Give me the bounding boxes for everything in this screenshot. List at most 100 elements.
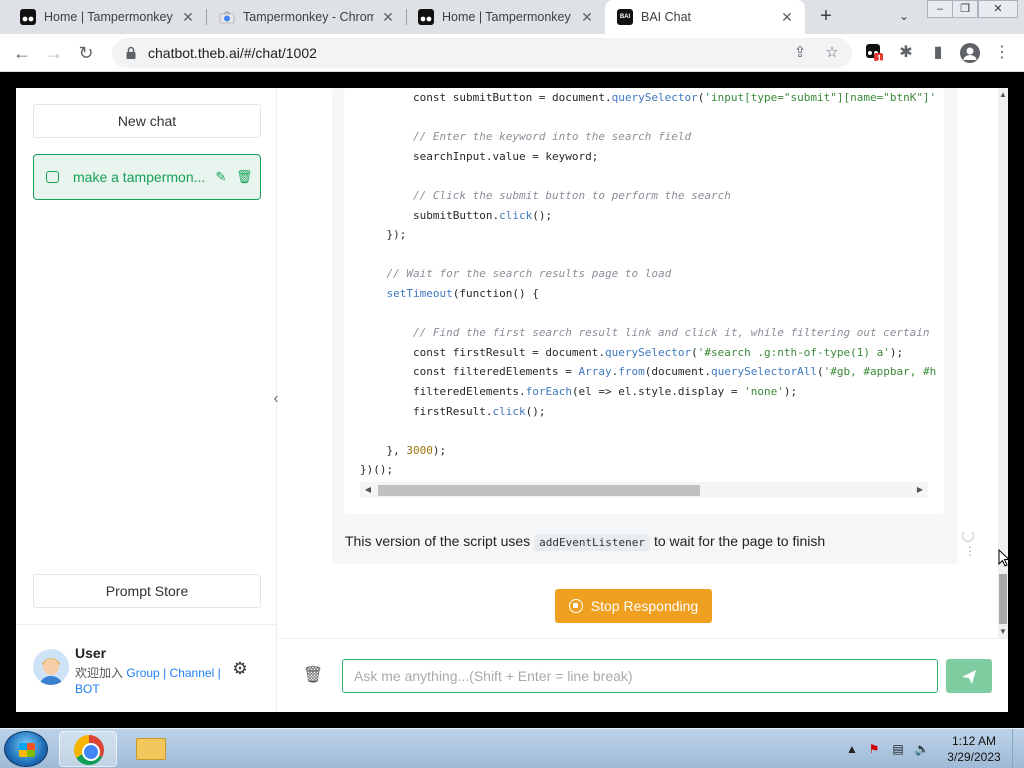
chevron-down-icon[interactable]: ⌄ bbox=[894, 6, 914, 26]
clock-date: 3/29/2023 bbox=[947, 750, 1001, 764]
extension-badge: 1 bbox=[877, 54, 882, 63]
tampermonkey-icon bbox=[418, 9, 434, 25]
taskbar-explorer[interactable] bbox=[122, 731, 180, 767]
link-separator: | bbox=[163, 666, 167, 680]
screen: Home | Tampermonkey ✕ Tampermonkey - Chr… bbox=[0, 0, 1024, 768]
bot-message: const submitButton = document.querySelec… bbox=[332, 88, 958, 564]
share-icon[interactable]: ⇪ bbox=[790, 43, 810, 63]
profile-icon[interactable] bbox=[960, 43, 980, 63]
stop-responding-label: Stop Responding bbox=[590, 598, 699, 614]
code-line: })(); bbox=[360, 463, 394, 477]
chat-app: New chat make a tampermon... ✎ 🗑 Prompt … bbox=[16, 88, 1008, 712]
edit-pencil-icon[interactable]: ✎ bbox=[214, 169, 228, 185]
chat-bubble-icon bbox=[46, 171, 59, 183]
scrollbar-thumb[interactable] bbox=[378, 485, 700, 496]
tab-title: BAI Chat bbox=[641, 10, 692, 24]
clock[interactable]: 1:12 AM 3/29/2023 bbox=[940, 733, 1008, 765]
code-horizontal-scrollbar[interactable]: ◀ ▶ bbox=[360, 482, 928, 498]
loading-spinner-icon bbox=[962, 530, 974, 542]
delete-trash-icon[interactable]: 🗑 bbox=[236, 169, 253, 185]
chat-history-item[interactable]: make a tampermon... ✎ 🗑 bbox=[33, 154, 261, 200]
clear-chat-trash-icon[interactable]: 🗑 bbox=[302, 665, 324, 687]
bookmark-star-icon[interactable]: ☆ bbox=[822, 43, 842, 63]
folder-icon bbox=[136, 738, 166, 760]
scroll-left-icon[interactable]: ◀ bbox=[360, 482, 376, 498]
message-text: This version of the script uses addEvent… bbox=[345, 533, 826, 551]
windows-logo-icon bbox=[19, 743, 35, 757]
taskbar-chrome[interactable] bbox=[59, 731, 117, 767]
code-line: // Find the first search result link and… bbox=[412, 326, 930, 340]
close-icon[interactable]: ✕ bbox=[779, 9, 795, 25]
forward-icon[interactable]: → bbox=[42, 41, 66, 65]
show-desktop-button[interactable] bbox=[1012, 729, 1024, 768]
browser-toolbar: ← → ↻ chatbot.theb.ai/#/chat/1002 ⇪ ☆ 1 … bbox=[0, 34, 1024, 72]
scroll-up-icon[interactable]: ▲ bbox=[998, 90, 1008, 99]
code-line: // Wait for the search results page to l… bbox=[386, 267, 672, 281]
back-icon[interactable]: ← bbox=[10, 41, 34, 65]
message-text-part: to wait for the page to finish bbox=[653, 533, 826, 549]
new-chat-button[interactable]: New chat bbox=[33, 104, 261, 138]
tab-title: Home | Tampermonkey bbox=[44, 10, 173, 24]
code-line: // Click the submit button to perform th… bbox=[412, 188, 731, 202]
tab-title: Tampermonkey - Chrome bbox=[243, 10, 374, 24]
tab-title: Home | Tampermonkey bbox=[442, 10, 571, 24]
send-button[interactable] bbox=[946, 659, 992, 693]
prompt-store-button[interactable]: Prompt Store bbox=[33, 574, 261, 608]
new-tab-icon[interactable]: + bbox=[814, 5, 838, 29]
sidebar: New chat make a tampermon... ✎ 🗑 Prompt … bbox=[16, 88, 277, 712]
bot-link[interactable]: BOT bbox=[75, 682, 100, 696]
more-options-icon[interactable]: ⋮ bbox=[964, 545, 976, 557]
code-line: const submitButton = document.querySelec… bbox=[360, 91, 937, 104]
action-center-icon[interactable]: ⚑ bbox=[866, 741, 882, 757]
chrome-icon bbox=[74, 735, 104, 765]
close-icon[interactable]: ✕ bbox=[380, 9, 396, 25]
avatar bbox=[33, 649, 69, 685]
browser-tab-active[interactable]: BAI BAI Chat ✕ bbox=[605, 0, 805, 34]
chat-history-title: make a tampermon... bbox=[73, 169, 206, 185]
group-link[interactable]: Group bbox=[126, 666, 159, 680]
join-text: 欢迎加入 bbox=[75, 666, 124, 680]
gear-icon[interactable]: ⚙ bbox=[230, 659, 250, 679]
clock-time: 1:12 AM bbox=[951, 734, 997, 748]
input-area: 🗑 bbox=[278, 638, 1008, 712]
scrollbar-thumb[interactable] bbox=[999, 574, 1007, 624]
code-line: // Enter the keyword into the search fie… bbox=[412, 130, 692, 144]
start-button[interactable] bbox=[4, 731, 48, 767]
code-line: submitButton.click(); bbox=[360, 208, 553, 222]
menu-kebab-icon[interactable]: ⋮ bbox=[992, 43, 1012, 63]
chat-input[interactable] bbox=[342, 659, 938, 693]
close-icon[interactable]: ✕ bbox=[579, 9, 595, 25]
code-line: }); bbox=[360, 228, 407, 242]
user-links: 欢迎加入 Group | Channel | BOT bbox=[75, 665, 225, 697]
close-icon[interactable]: ✕ bbox=[180, 9, 196, 25]
code-line: const filteredElements = Array.from(docu… bbox=[360, 365, 937, 379]
tampermonkey-extension-icon[interactable]: 1 bbox=[864, 43, 884, 63]
minimize-icon[interactable]: – bbox=[927, 0, 953, 18]
browser-tabstrip: Home | Tampermonkey ✕ Tampermonkey - Chr… bbox=[0, 0, 1024, 34]
send-paper-plane-icon bbox=[962, 670, 976, 685]
close-window-icon[interactable]: ✕ bbox=[978, 0, 1018, 18]
mouse-cursor-icon bbox=[998, 549, 1010, 567]
reload-icon[interactable]: ↻ bbox=[74, 41, 98, 65]
code-block: const submitButton = document.querySelec… bbox=[344, 88, 944, 514]
tray-expand-icon[interactable]: ▲ bbox=[844, 741, 860, 757]
scroll-down-icon[interactable]: ▼ bbox=[998, 627, 1008, 636]
restore-icon[interactable]: ❐ bbox=[952, 0, 978, 18]
scroll-right-icon[interactable]: ▶ bbox=[912, 482, 928, 498]
code-content: const submitButton = document.querySelec… bbox=[360, 88, 936, 480]
extensions-puzzle-icon[interactable]: ✱ bbox=[896, 43, 916, 63]
code-line: }, 3000); bbox=[360, 443, 447, 457]
network-icon[interactable]: ▤ bbox=[890, 741, 906, 757]
channel-link[interactable]: Channel bbox=[170, 666, 215, 680]
code-line: filteredElements.forEach(el => el.style.… bbox=[360, 384, 798, 398]
tampermonkey-icon bbox=[20, 9, 36, 25]
address-bar[interactable]: chatbot.theb.ai/#/chat/1002 ⇪ ☆ bbox=[112, 38, 852, 68]
volume-icon[interactable]: 🔈 bbox=[914, 741, 930, 757]
browser-tab[interactable]: Tampermonkey - Chrome ✕ bbox=[199, 0, 406, 34]
browser-tab[interactable]: Home | Tampermonkey ✕ bbox=[398, 0, 605, 34]
side-panel-icon[interactable]: ▮ bbox=[928, 43, 948, 63]
inline-code: addEventListener bbox=[534, 534, 651, 551]
link-separator: | bbox=[217, 666, 221, 680]
stop-responding-button[interactable]: Stop Responding bbox=[555, 589, 712, 623]
browser-tab[interactable]: Home | Tampermonkey ✕ bbox=[0, 0, 206, 34]
